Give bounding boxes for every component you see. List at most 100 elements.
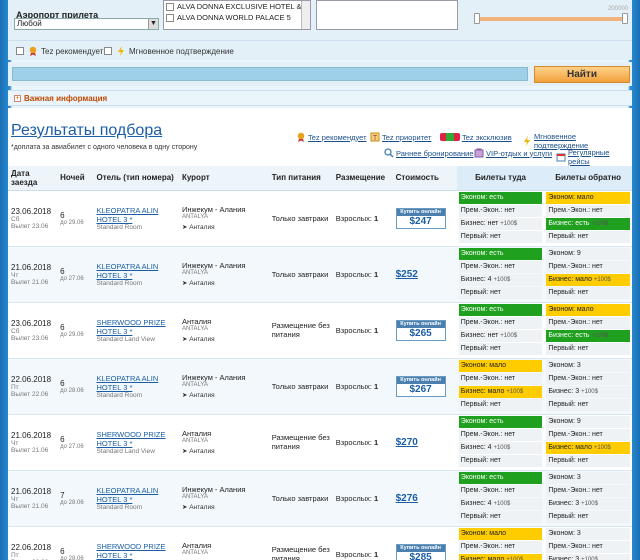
slider-handle-min[interactable] (474, 13, 480, 24)
ticket-status-text: Первый: нет (548, 289, 589, 296)
region-name: ANTALYA (181, 326, 208, 332)
table-row: 21.06.2018 Чт Вылет 21.06 7 до 28.06 KLEOPATR… (8, 470, 632, 527)
cell-nights: 6 до 27.06 (57, 414, 94, 471)
instant-checkbox[interactable] (104, 47, 112, 55)
room-type: Standard Land View (96, 335, 155, 343)
ticket-status-text: Прем.-Экон.: нет (460, 543, 516, 550)
legend-vip[interactable]: VIP-отдых и услуги (474, 148, 552, 158)
important-info-label: Важная информация (24, 94, 108, 103)
col-placement: Размещение (332, 166, 393, 191)
slider-track[interactable] (474, 17, 626, 21)
hotel-link[interactable]: SHERWOOD PRIZE HOTEL 3 * (96, 318, 175, 336)
legend-recommend[interactable]: Tez рекомендует (296, 132, 367, 142)
price-value: $247 (409, 215, 432, 227)
ticket-status-text: Эконом: есть (460, 418, 504, 425)
ticket-status-text: Прем.-Экон.: нет (460, 487, 516, 494)
instant-option[interactable]: Мгновенное подтверждение (104, 46, 234, 56)
ticket-status: Эконом: 9 (546, 416, 630, 428)
price-slider[interactable]: 200000 (470, 6, 628, 26)
departure-date: Вылет 23.06 (11, 334, 49, 342)
cell-price: $270 (392, 414, 457, 471)
buy-online-button[interactable]: Купить онлайн $285 (395, 543, 446, 560)
search-button[interactable]: Найти (534, 66, 630, 83)
price-value: $265 (409, 327, 432, 339)
ticket-status-text: Бизнес: есть (548, 220, 590, 227)
ticket-status-text: Прем.-Экон.: нет (548, 487, 603, 494)
cell-meal: Только завтраки (268, 470, 333, 527)
legend-exclusive[interactable]: Tez эксклюзив (440, 132, 512, 142)
nights-count: 6 (60, 266, 65, 276)
legend-regular[interactable]: Регулярные рейсы (556, 148, 632, 166)
buy-online-button[interactable]: Купить онлайн $267 (395, 375, 446, 397)
slider-max-value: 200000 (607, 6, 628, 12)
cell-tickets-back: Эконом: 9 Прем.-Экон.: нет Бизнес: мало +1… (544, 246, 632, 303)
cell-placement: Взрослых: 1 (332, 526, 393, 560)
buy-online-label: Купить онлайн (396, 320, 445, 328)
hotel-link[interactable]: KLEOPATRA ALIN HOTEL 3 * (96, 262, 175, 280)
col-date: Дата заезда (8, 166, 58, 191)
calendar-icon (556, 153, 566, 162)
ticket-status-text: Бизнес: нет (460, 332, 499, 339)
departure-city: ➤ Анталия (181, 392, 215, 399)
ticket-status-text: Эконом: мало (548, 194, 594, 201)
ticket-status-text: Эконом: 3 (548, 362, 581, 369)
slider-handle-max[interactable] (622, 13, 628, 24)
recommend-checkbox[interactable] (16, 47, 24, 55)
legend-early[interactable]: Раннее бронирование (384, 148, 474, 158)
cell-date: 21.06.2018 Чт Вылет 21.06 (8, 246, 58, 303)
ticket-status-text: Прем.-Экон.: нет (460, 207, 516, 214)
cell-tickets-back: Эконом: 9 Прем.-Экон.: нет Бизнес: мало +1… (544, 414, 632, 471)
hotel-list-item[interactable]: ALVA DONNA EXCLUSIVE HOTEL & SI (164, 1, 310, 12)
departure-date: Вылет 21.06 (11, 446, 49, 454)
airport-select[interactable]: Любой ▼ (14, 18, 159, 30)
buy-online-button[interactable]: Купить онлайн $265 (395, 319, 446, 341)
price-link[interactable]: $270 (396, 437, 418, 448)
cell-tickets-to: Эконом: есть Прем.-Экон.: нет Бизнес: нет … (456, 190, 545, 247)
room-type: Standard Room (96, 279, 142, 287)
weekday: Чт (11, 271, 19, 279)
surcharge-label: +100$ (500, 221, 518, 227)
region-name: ANTALYA (181, 270, 208, 276)
hotel-link[interactable]: KLEOPATRA ALIN HOTEL 3 * (96, 486, 175, 504)
placement-value: 1 (374, 325, 379, 335)
cell-date: 21.06.2018 Чт Вылет 21.06 (8, 470, 58, 527)
hotel-link[interactable]: KLEOPATRA ALIN HOTEL 3 * (96, 374, 175, 392)
ticket-status-text: Эконом: 3 (548, 474, 581, 481)
hotel-link[interactable]: SHERWOOD PRIZE HOTEL 3 * (96, 430, 175, 448)
results-title: Результаты подбора (11, 122, 163, 139)
hotel-link[interactable]: SHERWOOD PRIZE HOTEL 3 * (96, 542, 175, 560)
ticket-status: Эконом: мало (458, 528, 543, 540)
exclusive-icon (440, 133, 460, 141)
recommend-option[interactable]: Tez рекомендует (16, 46, 103, 56)
cell-price: $252 (392, 246, 457, 303)
buy-online-button[interactable]: Купить онлайн $247 (395, 207, 446, 229)
surcharge-label: +100$ (493, 277, 511, 283)
hotel-checkbox[interactable] (166, 2, 174, 11)
departure-city: ➤ Анталия (181, 448, 215, 455)
ticket-status-text: Первый: нет (460, 513, 501, 520)
ticket-status: Первый: нет (458, 343, 543, 355)
return-date: до 29.06 (60, 331, 84, 338)
placement-label: Взрослых: (335, 437, 372, 447)
ticket-status: Прем.-Экон.: нет (546, 205, 630, 217)
ticket-status-text: Первый: нет (548, 233, 589, 240)
hotel-list-item[interactable]: ALVA DONNA WORLD PALACE 5 (164, 12, 310, 23)
price-link[interactable]: $252 (396, 269, 418, 280)
airport-select-value: Любой (17, 19, 42, 28)
expand-plus-icon[interactable]: + (14, 95, 21, 102)
cell-nights: 6 до 28.06 (57, 526, 94, 560)
ticket-status: Бизнес: 3 +100$ (546, 554, 630, 560)
cell-placement: Взрослых: 1 (332, 358, 393, 415)
hotel-checkbox[interactable] (166, 13, 174, 22)
extra-filter-box[interactable] (316, 0, 458, 30)
surcharge-label: +100$ (581, 389, 598, 395)
cell-tickets-to: Эконом: есть Прем.-Экон.: нет Бизнес: 4 +1… (456, 414, 545, 471)
hotel-link[interactable]: KLEOPATRA ALIN HOTEL 3 * (96, 206, 175, 224)
important-info-toggle[interactable]: + Важная информация (8, 90, 632, 106)
hotel-list[interactable]: ALVA DONNA EXCLUSIVE HOTEL & SI ALVA DON… (163, 0, 311, 30)
cell-tickets-to: Эконом: есть Прем.-Экон.: нет Бизнес: 4 +1… (456, 470, 545, 527)
price-link[interactable]: $276 (396, 493, 418, 504)
legend-priority[interactable]: T Tez приоритет (370, 132, 431, 142)
resort-name: Инжекум - Алания (181, 205, 246, 214)
hotel-list-scrollbar[interactable] (301, 1, 310, 29)
